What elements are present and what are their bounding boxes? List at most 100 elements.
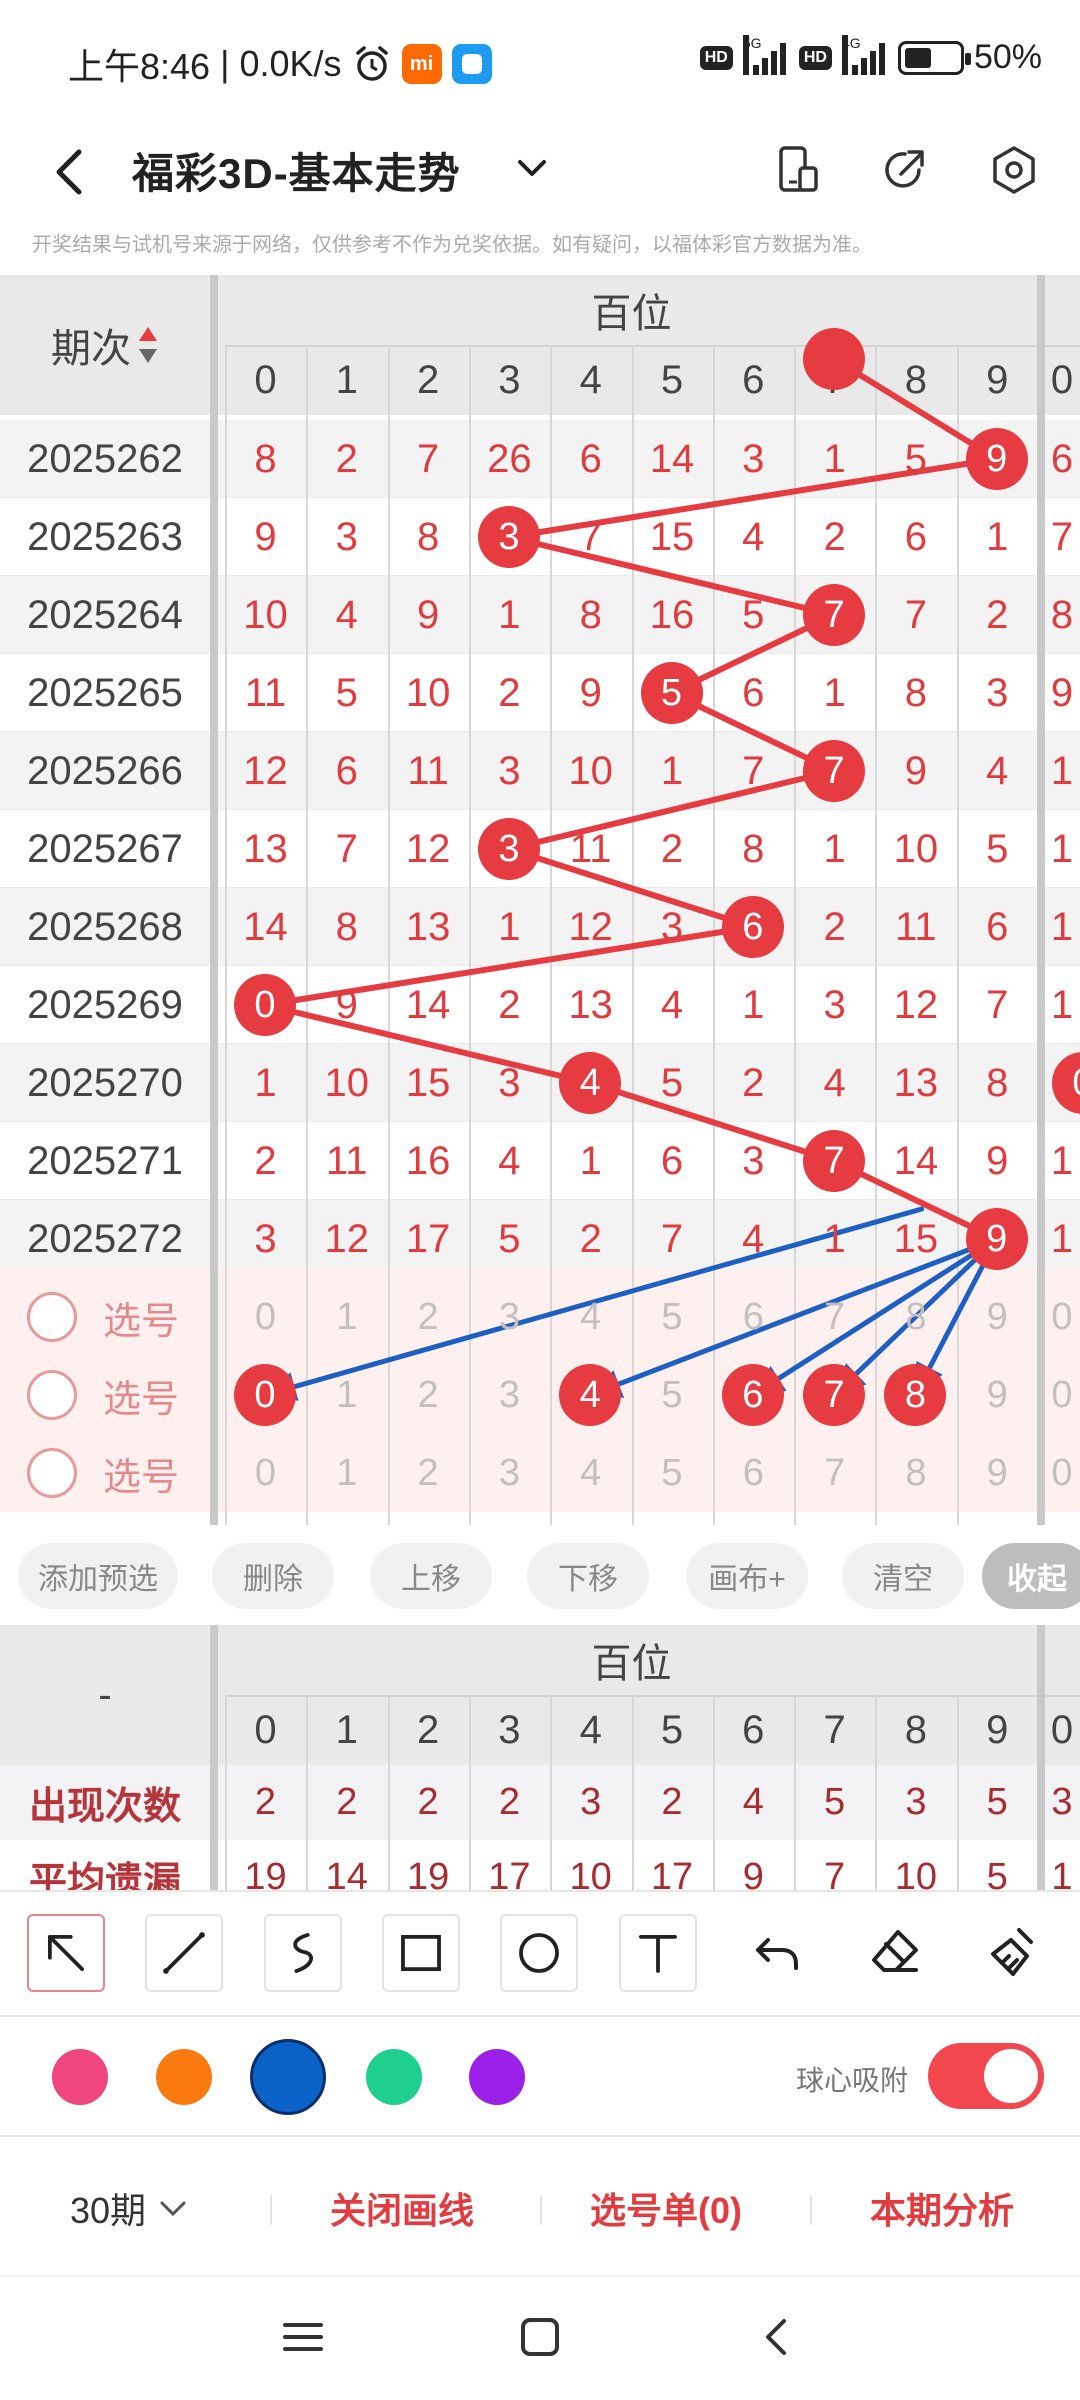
chevron-down-icon[interactable] <box>512 148 552 188</box>
circle-icon <box>519 1933 559 1973</box>
select-arrow-tool[interactable] <box>27 1914 105 1992</box>
alarm-icon <box>355 46 388 81</box>
pick-number[interactable]: 0 <box>225 1434 306 1512</box>
settings-icon[interactable] <box>984 140 1044 200</box>
miss-count: 3 <box>498 1060 521 1105</box>
miss-count: 2 <box>742 1060 765 1105</box>
collapse-button[interactable]: 收起 <box>982 1543 1080 1609</box>
pick-number[interactable]: 9 <box>957 1356 1038 1434</box>
undo-tool[interactable] <box>738 1914 816 1992</box>
selected-pick-ball[interactable]: 7 <box>803 1364 866 1426</box>
freehand-tool[interactable] <box>264 1914 342 1992</box>
rectangle-tool[interactable] <box>382 1914 460 1992</box>
status-bar: 上午8:46 | 0.0K/s mi HD 5G HD 4G 50% <box>0 0 1080 118</box>
pick-row-radio[interactable] <box>27 1370 77 1420</box>
selected-pick-ball[interactable]: 8 <box>884 1364 947 1426</box>
canvas-plus-button[interactable]: 画布+ <box>686 1543 808 1609</box>
color-swatch[interactable] <box>156 2049 212 2105</box>
home-icon[interactable] <box>510 2307 570 2367</box>
signal-5g-icon: 5G <box>742 34 789 75</box>
pick-row-label[interactable]: 选号 <box>96 1278 186 1356</box>
miss-count: 7 <box>742 748 765 793</box>
pick-number[interactable]: 3 <box>469 1278 550 1356</box>
miss-count: 3 <box>742 1138 765 1183</box>
pick-number[interactable]: 9 <box>957 1278 1038 1356</box>
move-up-button[interactable]: 上移 <box>370 1543 492 1609</box>
period-select[interactable]: 30期 <box>70 2182 190 2234</box>
pick-number[interactable]: 3 <box>469 1434 550 1512</box>
circle-tool[interactable] <box>500 1914 578 1992</box>
pick-number[interactable]: 7 <box>794 1278 875 1356</box>
color-swatch[interactable] <box>52 2049 108 2105</box>
stats-row-label: 平均遗漏 <box>28 1861 181 1890</box>
pick-number-next[interactable]: 0 <box>1042 1356 1080 1434</box>
pick-number[interactable]: 2 <box>388 1356 469 1434</box>
miss-count: 9 <box>254 514 277 559</box>
pick-list-button[interactable]: 选号单(0) <box>590 2182 742 2234</box>
pick-number-next[interactable]: 0 <box>1042 1434 1080 1512</box>
miss-count: 3 <box>498 748 521 793</box>
pick-number[interactable]: 5 <box>632 1278 713 1356</box>
clear-tool[interactable] <box>975 1914 1053 1992</box>
pick-row-radio[interactable] <box>27 1448 77 1498</box>
pick-number[interactable]: 4 <box>550 1434 631 1512</box>
pick-number[interactable]: 2 <box>388 1434 469 1512</box>
color-swatch[interactable] <box>250 2039 326 2115</box>
pick-number[interactable]: 1 <box>306 1356 387 1434</box>
stats-value-next: 3 <box>1051 1781 1073 1823</box>
close-lines-button[interactable]: 关闭画线 <box>330 2182 474 2234</box>
miss-count: 5 <box>335 670 358 715</box>
pick-row-label[interactable]: 选号 <box>96 1434 186 1512</box>
pick-number[interactable]: 1 <box>306 1434 387 1512</box>
pick-number[interactable]: 6 <box>713 1278 794 1356</box>
pick-number[interactable]: 7 <box>794 1434 875 1512</box>
text-tool[interactable] <box>619 1914 697 1992</box>
clear-all-button[interactable]: 清空 <box>842 1543 964 1609</box>
pick-number[interactable]: 5 <box>632 1356 713 1434</box>
move-down-button[interactable]: 下移 <box>527 1543 649 1609</box>
back-icon[interactable] <box>45 142 95 202</box>
pick-row-radio[interactable] <box>27 1292 77 1342</box>
color-swatch[interactable] <box>366 2049 422 2105</box>
pick-number[interactable]: 0 <box>225 1278 306 1356</box>
back-icon[interactable] <box>748 2307 808 2367</box>
selected-pick-ball[interactable]: 4 <box>559 1364 622 1426</box>
miss-count: 10 <box>568 748 613 793</box>
miss-count: 13 <box>405 904 451 949</box>
pick-number[interactable]: 2 <box>388 1278 469 1356</box>
device-icon[interactable] <box>768 140 828 200</box>
page-title[interactable]: 福彩3D-基本走势 <box>132 140 461 201</box>
selected-pick-ball[interactable]: 0 <box>234 1364 296 1426</box>
share-icon[interactable] <box>875 140 935 200</box>
eraser-tool[interactable] <box>856 1914 934 1992</box>
line-tool[interactable] <box>145 1914 223 1992</box>
pick-number[interactable]: 5 <box>632 1434 713 1512</box>
miss-count: 11 <box>895 904 937 949</box>
color-bar: 球心吸附 <box>0 2015 1080 2135</box>
stats-value: 3 <box>580 1781 602 1823</box>
menu-icon[interactable] <box>273 2307 333 2367</box>
miss-count: 2 <box>498 982 521 1027</box>
pick-number[interactable]: 4 <box>550 1278 631 1356</box>
miss-count: 4 <box>986 748 1009 793</box>
pick-number[interactable]: 9 <box>957 1434 1038 1512</box>
period-analysis-button[interactable]: 本期分析 <box>870 2182 1014 2234</box>
magnet-toggle[interactable] <box>928 2043 1044 2109</box>
trend-table[interactable]: 期次百位012345678902025262827266143156202526… <box>0 275 1080 1525</box>
stats-value: 9 <box>742 1856 764 1890</box>
pick-number-next[interactable]: 0 <box>1042 1278 1080 1356</box>
color-swatch[interactable] <box>469 2049 525 2105</box>
pick-number[interactable]: 3 <box>469 1356 550 1434</box>
pick-row-label[interactable]: 选号 <box>96 1356 186 1434</box>
pick-number[interactable]: 6 <box>713 1434 794 1512</box>
miss-count: 9 <box>579 670 602 715</box>
selected-pick-ball[interactable]: 6 <box>721 1364 784 1426</box>
miss-count: 15 <box>405 1060 451 1105</box>
add-preselect-button[interactable]: 添加预选 <box>18 1543 178 1609</box>
pick-number[interactable]: 8 <box>875 1278 956 1356</box>
pick-number[interactable]: 1 <box>306 1278 387 1356</box>
app-header: 福彩3D-基本走势 <box>0 118 1080 228</box>
pick-number[interactable]: 8 <box>875 1434 956 1512</box>
delete-button[interactable]: 删除 <box>212 1543 334 1609</box>
miss-count: 5 <box>660 1060 684 1105</box>
